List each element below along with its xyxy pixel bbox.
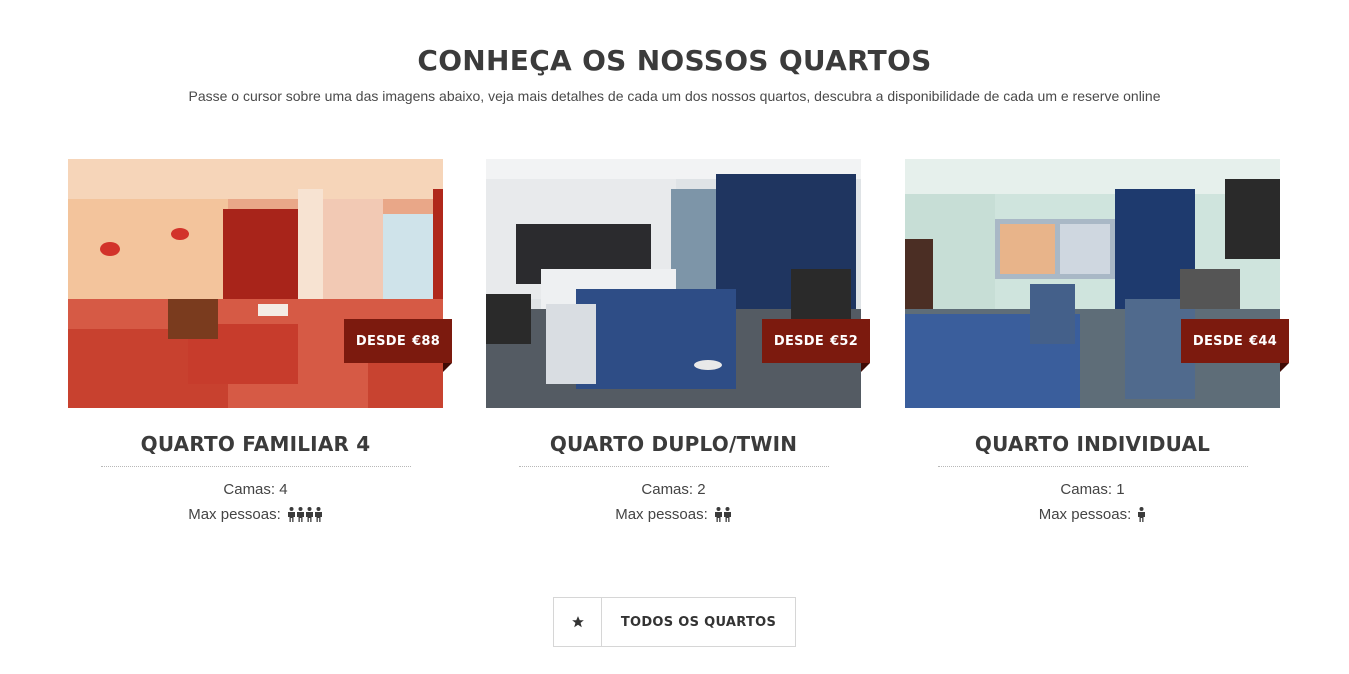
room-max-guests: Max pessoas: (486, 506, 861, 523)
max-guests-label: Max pessoas: (1038, 506, 1132, 523)
person-icons (287, 507, 323, 522)
divider (100, 466, 411, 467)
room-photo[interactable]: DESDE €44 (905, 159, 1289, 408)
room-photo-duplo (486, 159, 861, 408)
max-guests-label: Max pessoas: (615, 506, 708, 523)
divider (937, 466, 1248, 467)
room-beds: Camas: 2 (641, 481, 706, 498)
room-max-guests: Max pessoas: (905, 506, 1280, 523)
room-beds: Camas: 1 (1060, 481, 1125, 498)
page-title: CONHEÇA OS NOSSOS QUARTOS (417, 44, 932, 77)
star-icon (554, 598, 602, 646)
room-beds: Camas: 4 (223, 481, 288, 498)
room-name[interactable]: QUARTO DUPLO/TWIN (486, 432, 861, 456)
divider (518, 466, 829, 467)
room-photo-individual (905, 159, 1280, 408)
person-icon (287, 507, 295, 522)
room-name[interactable]: QUARTO INDIVIDUAL (905, 432, 1280, 456)
price-tag: DESDE €52 (762, 319, 870, 372)
person-icon (1138, 507, 1146, 522)
room-name[interactable]: QUARTO FAMILIAR 4 (68, 432, 443, 456)
person-icon (723, 507, 731, 522)
price-value: €44 (1249, 333, 1278, 349)
room-card-individual[interactable]: DESDE €44 QUARTO INDIVIDUAL Camas: 1 Max… (905, 159, 1289, 523)
room-max-guests: Max pessoas: (68, 506, 443, 523)
person-icons (714, 507, 732, 522)
max-guests-label: Max pessoas: (188, 506, 281, 523)
person-icon (314, 507, 322, 522)
price-value: €88 (412, 333, 441, 349)
person-icon (714, 507, 722, 522)
room-photo-familiar (68, 159, 443, 408)
price-tag: DESDE €88 (344, 319, 452, 372)
room-card-duplo[interactable]: DESDE €52 QUARTO DUPLO/TWIN Camas: 2 Max… (486, 159, 870, 523)
price-tag: DESDE €44 (1181, 319, 1289, 372)
person-icon (305, 507, 313, 522)
room-photo[interactable]: DESDE €52 (486, 159, 870, 408)
all-rooms-button[interactable]: TODOS OS QUARTOS (553, 597, 796, 647)
all-rooms-label: TODOS OS QUARTOS (620, 614, 777, 630)
price-prefix: DESDE (1192, 333, 1244, 349)
room-photo[interactable]: DESDE €88 (68, 159, 452, 408)
person-icon (296, 507, 304, 522)
person-icons (1137, 507, 1146, 522)
price-value: €52 (830, 333, 859, 349)
room-card-familiar[interactable]: DESDE €88 QUARTO FAMILIAR 4 Camas: 4 Max… (68, 159, 452, 523)
price-prefix: DESDE (355, 333, 407, 349)
page-subtitle: Passe o cursor sobre uma das imagens aba… (188, 88, 1161, 104)
price-prefix: DESDE (773, 333, 825, 349)
